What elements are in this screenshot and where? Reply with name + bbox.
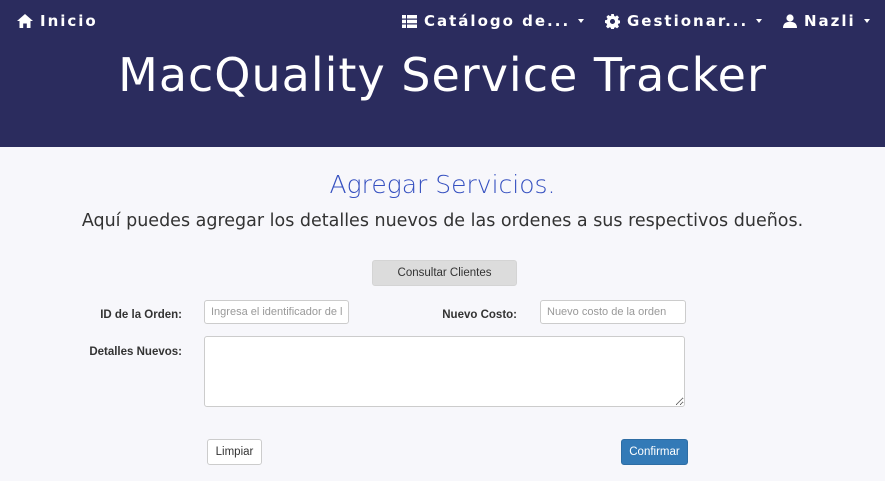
nav-catalog-dropdown[interactable]: Catálogo de... bbox=[402, 11, 585, 31]
nav-home-link[interactable]: Inicio bbox=[17, 11, 98, 31]
new-cost-input[interactable] bbox=[540, 300, 686, 324]
nav-user-label: Nazli bbox=[804, 12, 856, 30]
app-title: MacQuality Service Tracker bbox=[118, 48, 767, 102]
order-id-label: ID de la Orden: bbox=[100, 309, 182, 321]
page-title: Agregar Servicios. bbox=[329, 170, 556, 199]
nav-catalog-label: Catálogo de... bbox=[424, 12, 571, 30]
confirm-button[interactable]: Confirmar bbox=[621, 439, 688, 465]
chevron-down-icon bbox=[863, 19, 870, 23]
gear-icon bbox=[605, 13, 620, 29]
user-icon bbox=[783, 14, 797, 28]
clear-button[interactable]: Limpiar bbox=[207, 439, 262, 465]
chevron-down-icon bbox=[756, 19, 763, 23]
home-icon bbox=[17, 14, 33, 28]
order-id-input[interactable] bbox=[204, 300, 349, 324]
nav-home-label: Inicio bbox=[40, 12, 98, 30]
page-subtitle: Aquí puedes agregar los detalles nuevos … bbox=[81, 211, 804, 231]
details-label: Detalles Nuevos: bbox=[89, 346, 182, 358]
consult-clients-button[interactable]: Consultar Clientes bbox=[372, 260, 517, 286]
nav-user-dropdown[interactable]: Nazli bbox=[783, 11, 870, 31]
details-textarea[interactable] bbox=[204, 336, 685, 407]
new-cost-label: Nuevo Costo: bbox=[442, 309, 517, 321]
table-icon bbox=[402, 14, 417, 28]
chevron-down-icon bbox=[578, 19, 585, 23]
top-header: Inicio Catálogo de... Gestionar... Nazli… bbox=[0, 0, 885, 147]
nav-manage-label: Gestionar... bbox=[627, 12, 749, 30]
nav-manage-dropdown[interactable]: Gestionar... bbox=[605, 11, 763, 31]
